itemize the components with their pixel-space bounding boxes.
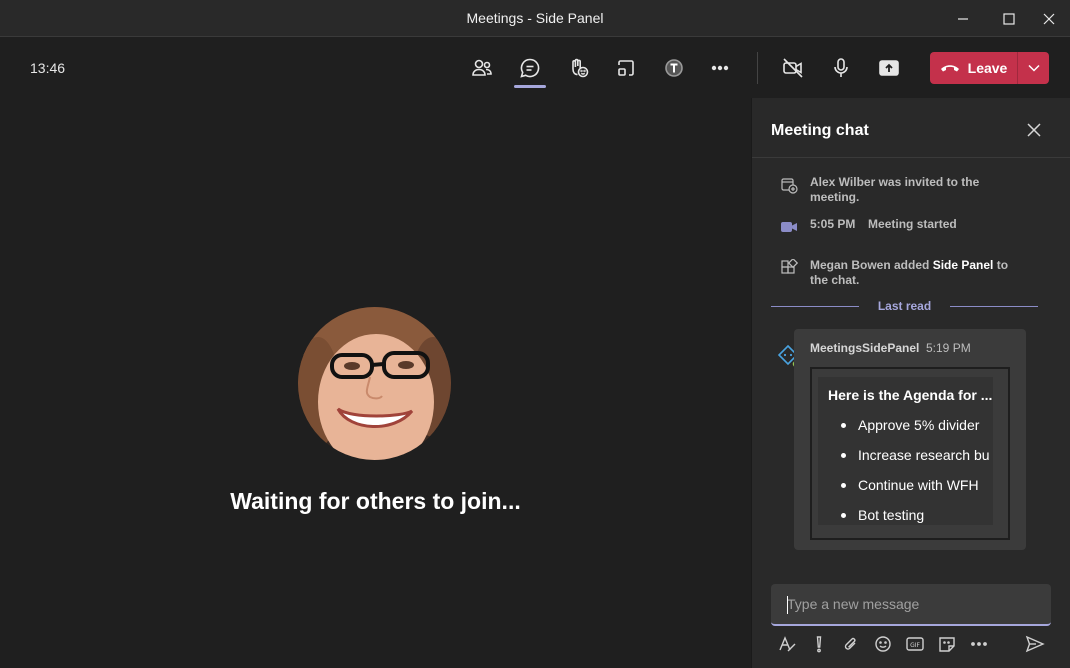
participant-avatar (298, 307, 451, 460)
agenda-item: Continue with WFH (841, 477, 979, 493)
priority-button[interactable] (808, 633, 830, 655)
format-button[interactable] (776, 633, 798, 655)
message-time: 5:19 PM (926, 341, 971, 355)
title-bar: Meetings - Side Panel (0, 0, 1070, 37)
leave-label: Leave (967, 60, 1008, 76)
more-actions-button[interactable] (704, 52, 736, 84)
share-screen-button[interactable] (873, 52, 905, 84)
leave-options-button[interactable] (1018, 52, 1049, 84)
send-icon (1025, 635, 1045, 653)
chevron-down-icon (1027, 64, 1040, 72)
meeting-chat-panel: Meeting chat Alex Wilber was invited to … (751, 98, 1070, 668)
attach-button[interactable] (840, 633, 862, 655)
event-text-prefix: Megan Bowen added (810, 258, 933, 272)
exclamation-icon (816, 636, 822, 653)
close-icon (1027, 123, 1041, 137)
text-cursor (787, 596, 788, 614)
leave-button-group: Leave (930, 52, 1049, 84)
microphone-icon (834, 58, 848, 77)
gif-button[interactable]: GIF (904, 633, 926, 655)
gif-icon: GIF (906, 637, 924, 651)
event-time: 5:05 PM (810, 217, 856, 231)
agenda-item: Bot testing (840, 507, 925, 523)
paperclip-icon (844, 637, 856, 650)
rooms-button[interactable] (610, 52, 642, 84)
compose-box (771, 584, 1051, 626)
message-sender: MeetingsSidePanel (810, 341, 920, 355)
sticker-icon (939, 637, 955, 652)
mic-toggle-button[interactable] (825, 52, 857, 84)
raise-hand-icon (572, 58, 589, 78)
chat-button[interactable] (514, 52, 546, 88)
agenda-item: Increase research bu (841, 447, 990, 463)
participants-button[interactable] (466, 52, 498, 84)
apps-add-icon (781, 259, 798, 274)
camera-off-icon (783, 58, 803, 78)
avatar-photo (298, 307, 451, 460)
adaptive-card: Here is the Agenda for ... Approve 5% di… (810, 367, 1010, 540)
message-input[interactable] (771, 584, 1051, 624)
format-text-icon (779, 636, 796, 652)
app-t-icon (665, 59, 683, 77)
maximize-icon (1003, 12, 1015, 25)
svg-text:GIF: GIF (910, 642, 920, 649)
chat-icon (520, 58, 540, 78)
event-text: Alex Wilber was invited to the meeting. (810, 175, 980, 204)
agenda-item: Approve 5% divider (840, 417, 980, 433)
calendar-add-icon (781, 178, 798, 194)
meeting-toolbar: 13:46 Leave (0, 38, 1070, 98)
close-window-button[interactable] (1026, 0, 1070, 37)
window-title: Meetings - Side Panel (466, 10, 604, 26)
panel-title: Meeting chat (771, 122, 869, 139)
more-icon (711, 65, 729, 71)
people-icon (472, 59, 492, 76)
minimize-icon (958, 17, 968, 20)
toolbar-divider (757, 52, 758, 84)
app-button[interactable] (658, 52, 690, 84)
meeting-stage: Waiting for others to join... (0, 98, 751, 668)
event-text: Meeting started (868, 217, 957, 231)
camera-toggle-button[interactable] (777, 52, 809, 84)
more-options-button[interactable] (968, 633, 990, 655)
leave-button[interactable]: Leave (930, 52, 1017, 84)
sticker-button[interactable] (936, 633, 958, 655)
share-screen-icon (879, 60, 899, 76)
send-button[interactable] (1024, 633, 1046, 655)
minimize-button[interactable] (940, 0, 986, 37)
close-panel-button[interactable] (1024, 120, 1044, 140)
waiting-message: Waiting for others to join... (230, 488, 521, 514)
breakout-rooms-icon (618, 60, 634, 76)
emoji-icon (875, 636, 891, 652)
video-camera-icon (781, 222, 797, 232)
more-icon (971, 642, 987, 646)
event-app-name: Side Panel (932, 258, 994, 272)
chat-message[interactable]: MeetingsSidePanel 5:19 PM Here is the Ag… (794, 329, 1026, 550)
panel-header: Meeting chat (752, 98, 1070, 158)
last-read-divider: Last read (771, 299, 1038, 313)
hang-up-icon (940, 65, 959, 72)
reactions-button[interactable] (562, 52, 594, 84)
meeting-timer: 13:46 (30, 60, 66, 76)
agenda-title: Here is the Agenda for ... (828, 387, 993, 403)
agenda-card: Here is the Agenda for ... Approve 5% di… (818, 377, 993, 525)
emoji-button[interactable] (872, 633, 894, 655)
close-icon (1043, 13, 1055, 24)
